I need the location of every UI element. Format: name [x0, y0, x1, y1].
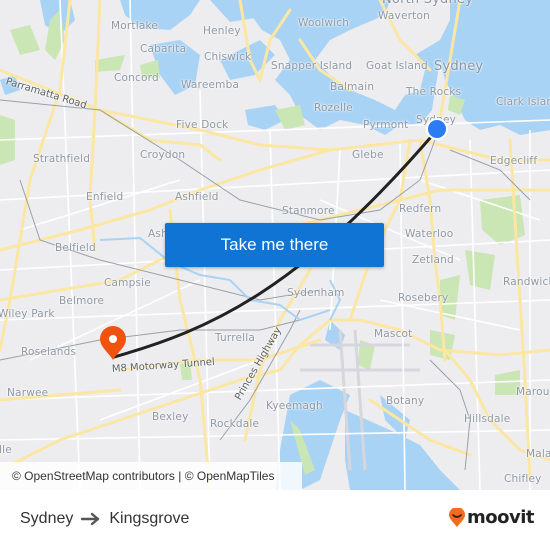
map-attribution[interactable]: © OpenStreetMap contributors | © OpenMap… — [0, 462, 302, 490]
arrow-right-icon — [81, 512, 100, 526]
route-title: Sydney Kingsgrove — [20, 510, 189, 528]
origin-marker-dot — [428, 120, 446, 138]
destination-label: Kingsgrove — [109, 510, 190, 527]
moovit-wordmark: moovit — [467, 507, 535, 528]
moovit-logo[interactable]: moovit — [449, 507, 535, 528]
moovit-pin-icon — [449, 507, 465, 527]
map[interactable]: North Sydney Waverton Woolwich Mortlake … — [0, 0, 550, 490]
origin-label: Sydney — [20, 510, 74, 527]
origin-marker[interactable] — [426, 118, 448, 140]
pin-hole — [109, 335, 117, 343]
take-me-there-button[interactable]: Take me there — [165, 223, 384, 267]
